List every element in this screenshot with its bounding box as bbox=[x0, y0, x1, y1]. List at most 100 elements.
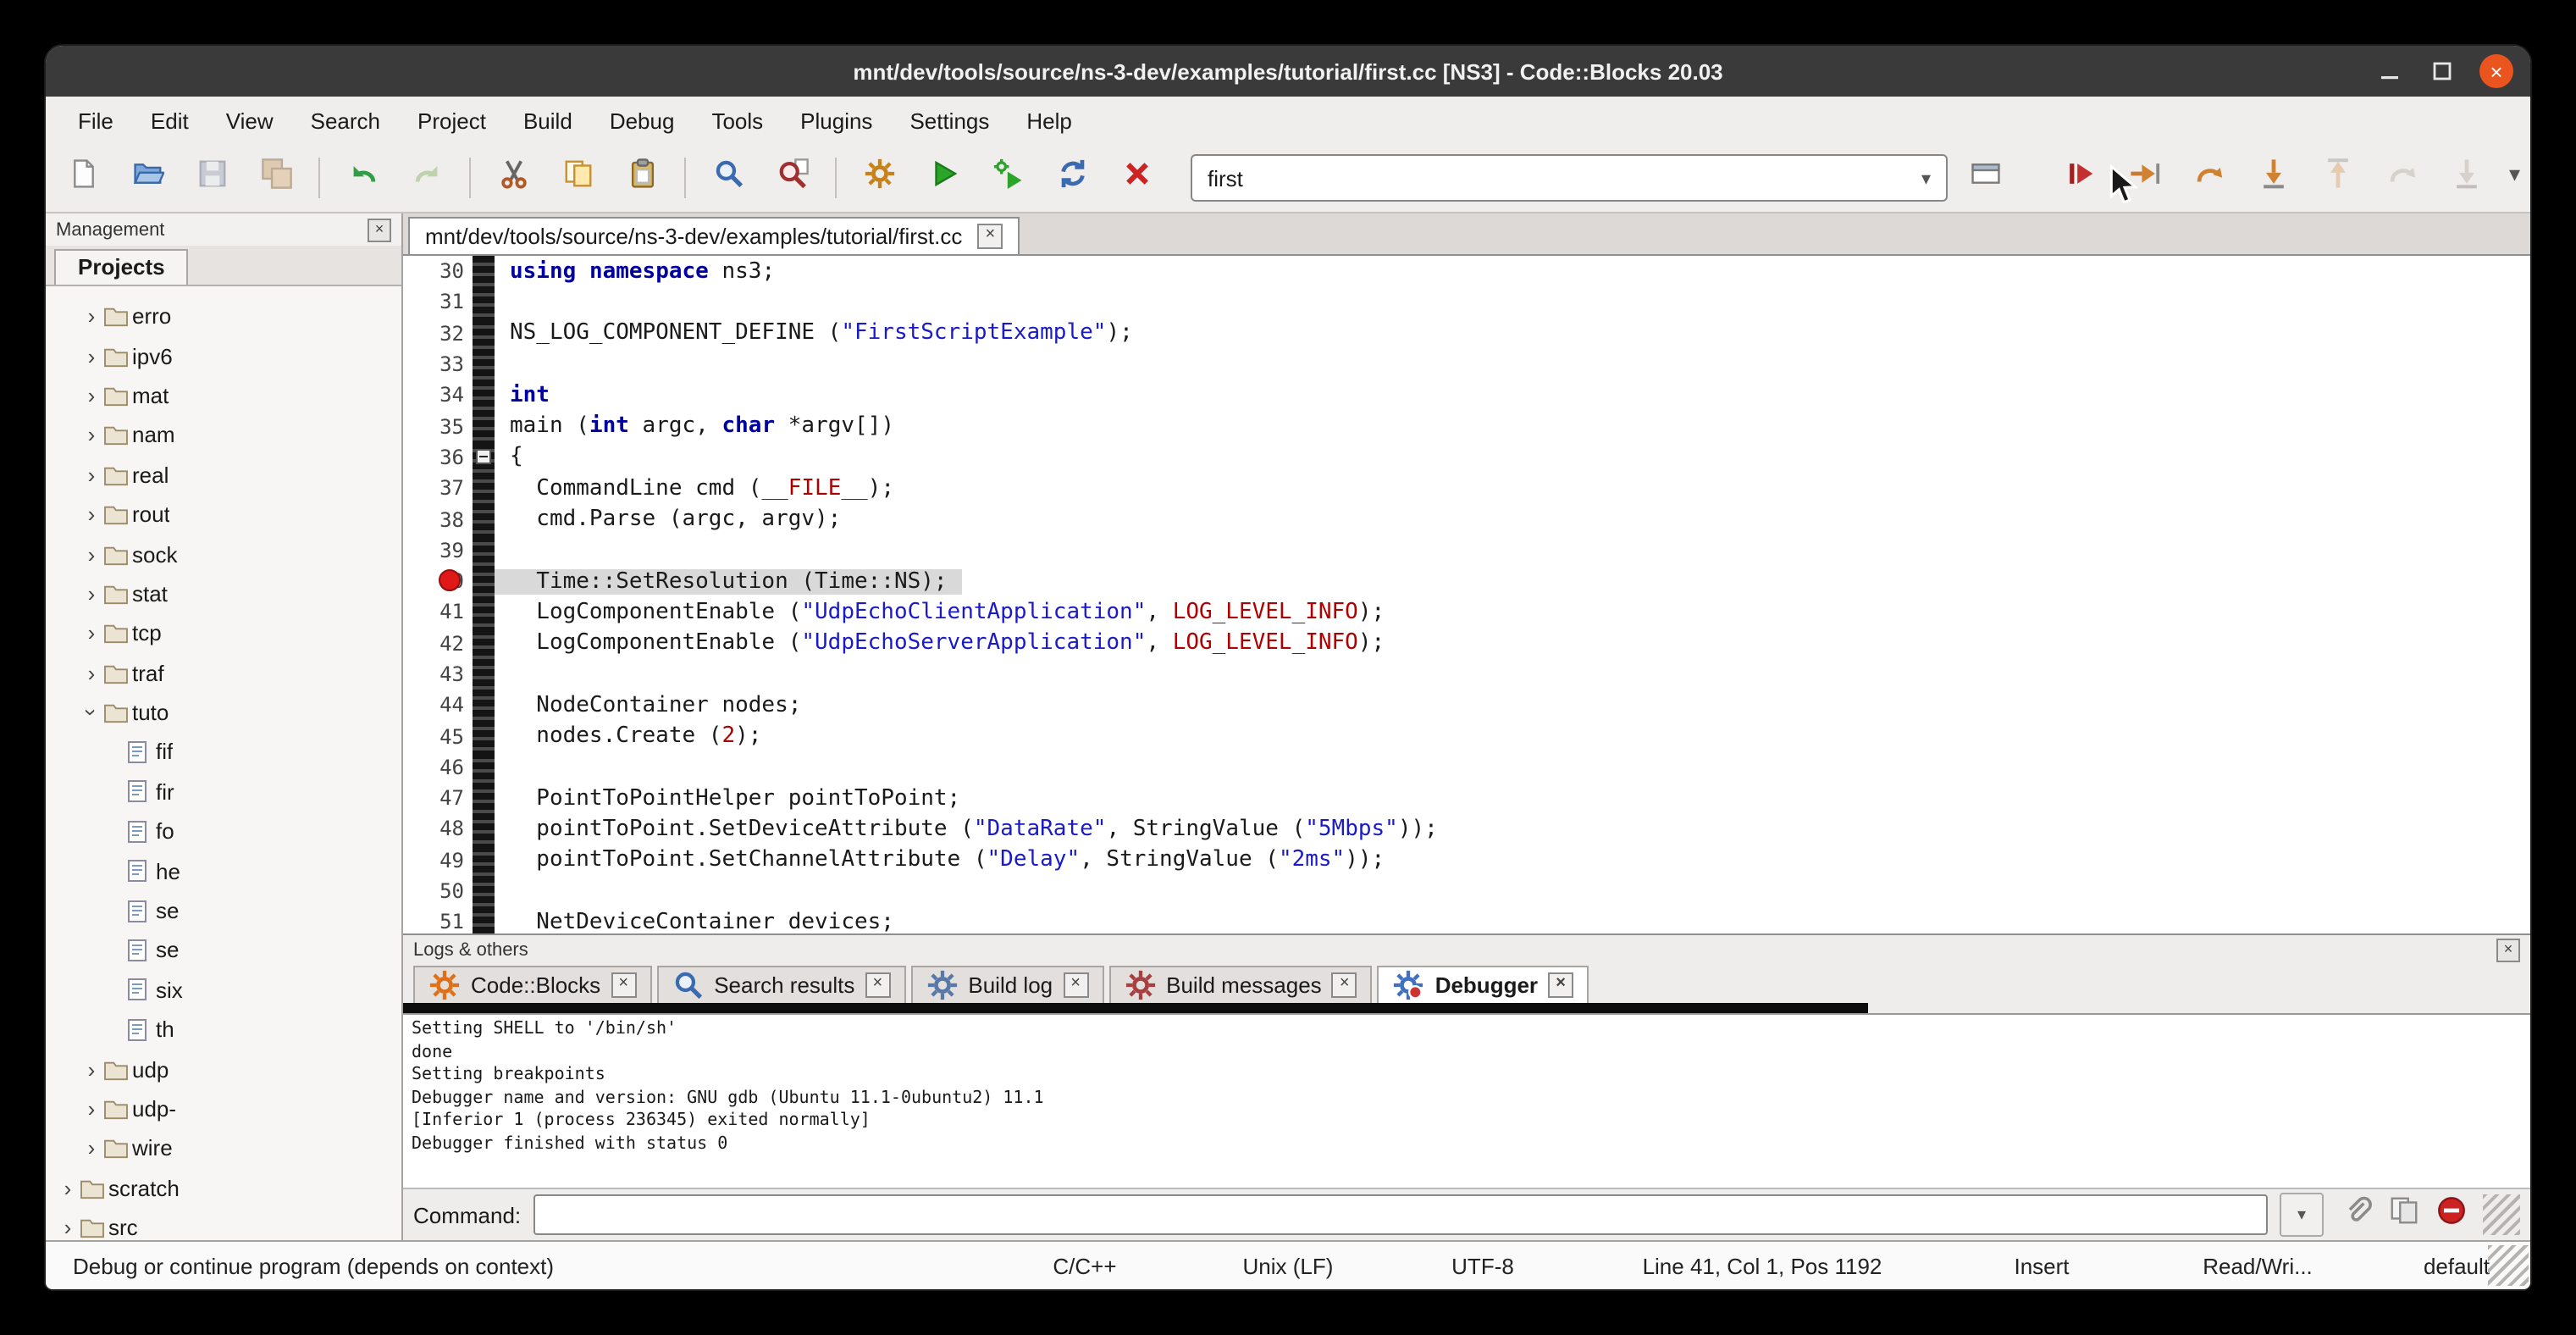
command-stop-button[interactable] bbox=[2430, 1194, 2471, 1235]
tree-item-six[interactable]: six bbox=[46, 970, 401, 1010]
abort-build-button[interactable] bbox=[1113, 154, 1160, 202]
menu-tools[interactable]: Tools bbox=[693, 99, 782, 141]
search-combobox[interactable]: first▾ bbox=[1191, 154, 1948, 202]
close-icon[interactable]: × bbox=[368, 218, 391, 241]
chevron-right-icon[interactable]: › bbox=[80, 621, 103, 646]
tree-item-fo[interactable]: fo bbox=[46, 812, 401, 851]
debugger-log[interactable]: Setting SHELL to '/bin/sh'doneSetting br… bbox=[403, 1013, 2530, 1188]
tree-item-sock[interactable]: ›sock bbox=[46, 535, 401, 574]
chevron-right-icon[interactable]: › bbox=[56, 1215, 80, 1240]
chevron-right-icon[interactable]: › bbox=[80, 1096, 103, 1122]
close-icon[interactable]: × bbox=[1548, 972, 1573, 998]
close-icon[interactable]: × bbox=[2496, 938, 2520, 961]
tab-projects[interactable]: Projects bbox=[54, 249, 189, 285]
new-file-button[interactable] bbox=[59, 154, 107, 202]
save-all-button[interactable] bbox=[252, 154, 300, 202]
line-number[interactable]: 31 bbox=[403, 291, 473, 314]
copy-button[interactable] bbox=[554, 154, 601, 202]
command-input[interactable] bbox=[533, 1194, 2268, 1235]
line-number[interactable]: 33 bbox=[403, 352, 473, 376]
menu-build[interactable]: Build bbox=[505, 99, 591, 141]
tree-item-scratch[interactable]: ›scratch bbox=[46, 1168, 401, 1208]
open-file-button[interactable] bbox=[124, 154, 171, 202]
line-number[interactable]: 42 bbox=[403, 631, 473, 655]
chevron-right-icon[interactable]: › bbox=[80, 463, 103, 488]
menu-file[interactable]: File bbox=[59, 99, 132, 141]
chevron-right-icon[interactable]: › bbox=[80, 383, 103, 408]
chevron-down-icon[interactable]: ▾ bbox=[1921, 167, 1931, 189]
tree-item-src[interactable]: ›src bbox=[46, 1208, 401, 1240]
tab-search-results[interactable]: Search results× bbox=[656, 966, 905, 1003]
close-icon[interactable]: × bbox=[611, 972, 636, 998]
resize-grip[interactable] bbox=[2488, 1245, 2529, 1286]
chevron-right-icon[interactable]: › bbox=[80, 541, 103, 567]
chevron-right-icon[interactable]: › bbox=[80, 581, 103, 607]
line-number[interactable]: 36 bbox=[403, 446, 473, 469]
line-number[interactable]: 40 bbox=[403, 569, 473, 593]
tree-item-nam[interactable]: ›nam bbox=[46, 415, 401, 455]
line-number[interactable]: 48 bbox=[403, 817, 473, 841]
line-number[interactable]: 35 bbox=[403, 414, 473, 438]
debug-continue-button[interactable] bbox=[2056, 154, 2103, 202]
resize-grip[interactable] bbox=[2483, 1194, 2520, 1235]
close-icon[interactable]: × bbox=[1332, 972, 1357, 998]
tree-item-rout[interactable]: ›rout bbox=[46, 495, 401, 535]
line-number[interactable]: 38 bbox=[403, 507, 473, 531]
run-to-cursor-button[interactable] bbox=[2120, 154, 2168, 202]
tree-item-tcp[interactable]: ›tcp bbox=[46, 613, 401, 653]
build-button[interactable] bbox=[855, 154, 903, 202]
select-target-button[interactable] bbox=[1961, 154, 2009, 202]
undo-button[interactable] bbox=[339, 154, 386, 202]
menu-plugins[interactable]: Plugins bbox=[782, 99, 891, 141]
line-number[interactable]: 32 bbox=[403, 321, 473, 345]
save-file-button[interactable] bbox=[188, 154, 235, 202]
chevron-right-icon[interactable]: › bbox=[80, 303, 103, 329]
line-number[interactable]: 30 bbox=[403, 259, 473, 283]
tab-debugger[interactable]: Debugger× bbox=[1378, 966, 1589, 1003]
minimize-icon[interactable] bbox=[2374, 56, 2405, 86]
tree-item-erro[interactable]: ›erro bbox=[46, 296, 401, 336]
tree-item-traf[interactable]: ›traf bbox=[46, 653, 401, 693]
menu-search[interactable]: Search bbox=[292, 99, 399, 141]
tree-item-real[interactable]: ›real bbox=[46, 455, 401, 495]
chevron-right-icon[interactable]: › bbox=[80, 1136, 103, 1161]
paste-button[interactable] bbox=[618, 154, 666, 202]
chevron-right-icon[interactable]: › bbox=[80, 1056, 103, 1082]
project-tree[interactable]: ›erro›ipv6›mat›nam›real›rout›sock›stat›t… bbox=[46, 286, 401, 1240]
menu-project[interactable]: Project bbox=[399, 99, 505, 141]
tab-build-messages[interactable]: Build messages× bbox=[1108, 966, 1373, 1003]
line-number[interactable]: 47 bbox=[403, 786, 473, 810]
step-into-instruction-button[interactable] bbox=[2442, 154, 2490, 202]
tree-item-tuto[interactable]: ›tuto bbox=[46, 693, 401, 733]
tree-item-mat[interactable]: ›mat bbox=[46, 376, 401, 416]
tree-item-se[interactable]: se bbox=[46, 891, 401, 931]
tab-first-cc[interactable]: mnt/dev/tools/source/ns-3-dev/examples/t… bbox=[408, 217, 1020, 254]
tree-item-wire[interactable]: ›wire bbox=[46, 1128, 401, 1168]
chevron-right-icon[interactable]: › bbox=[56, 1176, 80, 1201]
toolbar-overflow-button[interactable]: ▾ bbox=[2509, 161, 2520, 188]
close-icon[interactable]: × bbox=[1063, 972, 1088, 998]
next-instruction-button[interactable] bbox=[2378, 154, 2425, 202]
menu-edit[interactable]: Edit bbox=[132, 99, 207, 141]
close-icon[interactable]: × bbox=[865, 972, 890, 998]
redo-button[interactable] bbox=[403, 154, 451, 202]
tree-item-he[interactable]: he bbox=[46, 851, 401, 891]
menu-debug[interactable]: Debug bbox=[591, 99, 694, 141]
tree-item-fif[interactable]: fif bbox=[46, 733, 401, 773]
line-number[interactable]: 34 bbox=[403, 384, 473, 407]
find-button[interactable] bbox=[705, 154, 752, 202]
line-number[interactable]: 37 bbox=[403, 476, 473, 500]
line-number[interactable]: 43 bbox=[403, 662, 473, 686]
tree-item-udp[interactable]: ›udp- bbox=[46, 1089, 401, 1129]
find-in-files-button[interactable] bbox=[769, 154, 816, 202]
tab-build-log[interactable]: Build log× bbox=[910, 966, 1103, 1003]
chevron-right-icon[interactable]: › bbox=[80, 423, 103, 448]
tab-code-blocks[interactable]: Code::Blocks× bbox=[413, 966, 651, 1003]
close-icon[interactable]: × bbox=[977, 224, 1003, 249]
command-attach-button[interactable] bbox=[2336, 1194, 2376, 1235]
cut-button[interactable] bbox=[489, 154, 537, 202]
line-number[interactable]: 51 bbox=[403, 911, 473, 933]
line-number[interactable]: 41 bbox=[403, 601, 473, 624]
chevron-right-icon[interactable]: › bbox=[80, 660, 103, 685]
run-button[interactable] bbox=[920, 154, 967, 202]
